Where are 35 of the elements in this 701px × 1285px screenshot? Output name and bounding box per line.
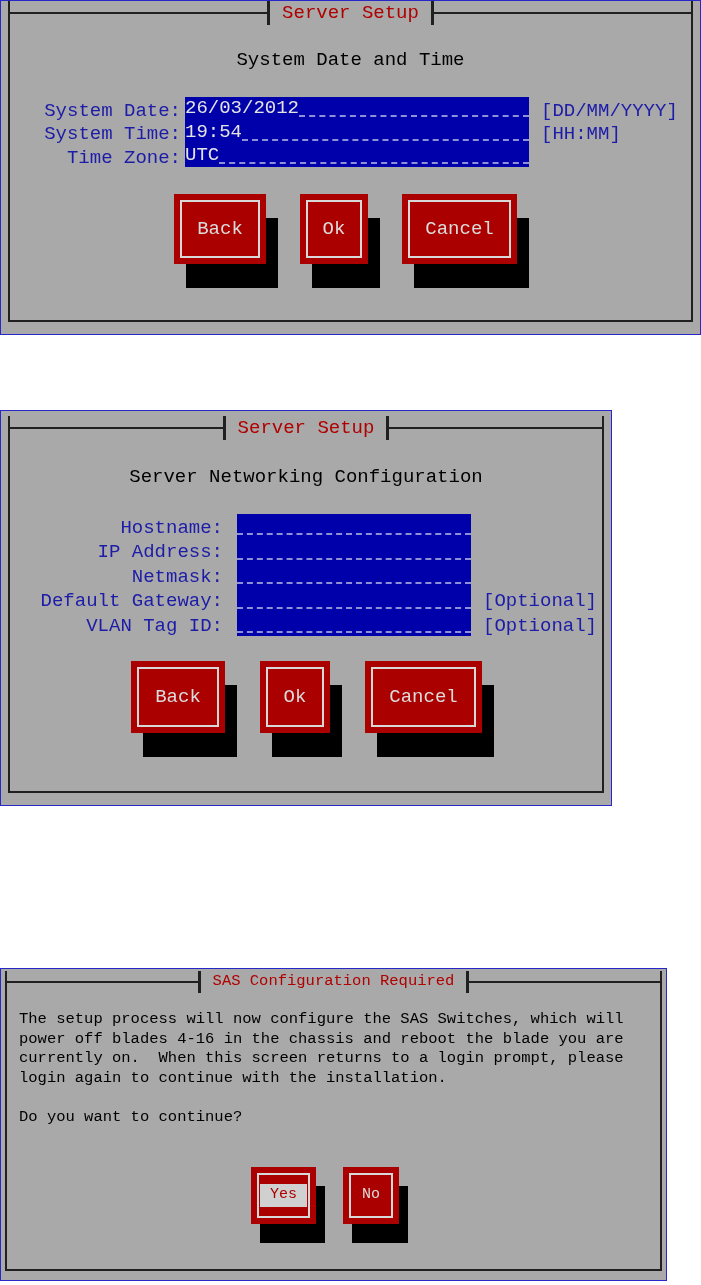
dialog-button[interactable]: No	[343, 1167, 399, 1224]
input-field[interactable]: 26/03/2012	[185, 97, 529, 121]
dialog-heading: System Date and Time	[236, 48, 465, 72]
dialog-title: Server Setup	[222, 416, 390, 440]
dialog-title: Server Setup	[267, 1, 434, 25]
field-label: Time Zone:	[65, 145, 181, 167]
input-field[interactable]: UTC	[185, 143, 529, 167]
dialog-button[interactable]: Cancel	[402, 193, 517, 264]
format-hint: [DD/MM/YYYY]	[541, 99, 678, 121]
message-text: The setup process will now configure the SAS Switches, which will power off blades 4-16 in the chassis and reboot the blade you are currently on. When this screen returns to a login prompt, please login again to continue with the installation.	[19, 1010, 624, 1088]
format-hint: [Optional]	[483, 613, 598, 636]
input-field[interactable]: 19:54	[185, 120, 529, 144]
input-field[interactable]	[237, 538, 471, 563]
input-field[interactable]	[237, 562, 471, 588]
dialog-button[interactable]: Ok	[260, 660, 330, 733]
format-hint: [Optional]	[483, 589, 598, 612]
field-label: VLAN Tag ID:	[85, 613, 223, 636]
field-label: Hostname:	[119, 516, 223, 539]
dialog-button[interactable]: Back	[174, 193, 266, 264]
dialog-heading: Server Networking Configuration	[129, 465, 483, 489]
field-label: Netmask:	[130, 564, 223, 588]
field-label: System Time:	[43, 122, 181, 144]
dialog-button[interactable]: Yes	[251, 1167, 316, 1224]
input-field[interactable]	[237, 611, 471, 636]
format-hint: [HH:MM]	[541, 122, 621, 144]
input-field[interactable]	[237, 587, 471, 612]
dialog-title: SAS Configuration Required	[197, 971, 470, 993]
input-field[interactable]	[237, 514, 471, 539]
field-label: System Date:	[43, 99, 181, 121]
dialog-button[interactable]: Back	[131, 660, 225, 733]
message-text: Do you want to continue?	[19, 1107, 243, 1127]
field-label: Default Gateway:	[39, 589, 223, 612]
field-label: IP Address:	[96, 540, 223, 563]
dialog-button[interactable]: Cancel	[365, 660, 482, 733]
dialog-button[interactable]: Ok	[300, 193, 368, 264]
